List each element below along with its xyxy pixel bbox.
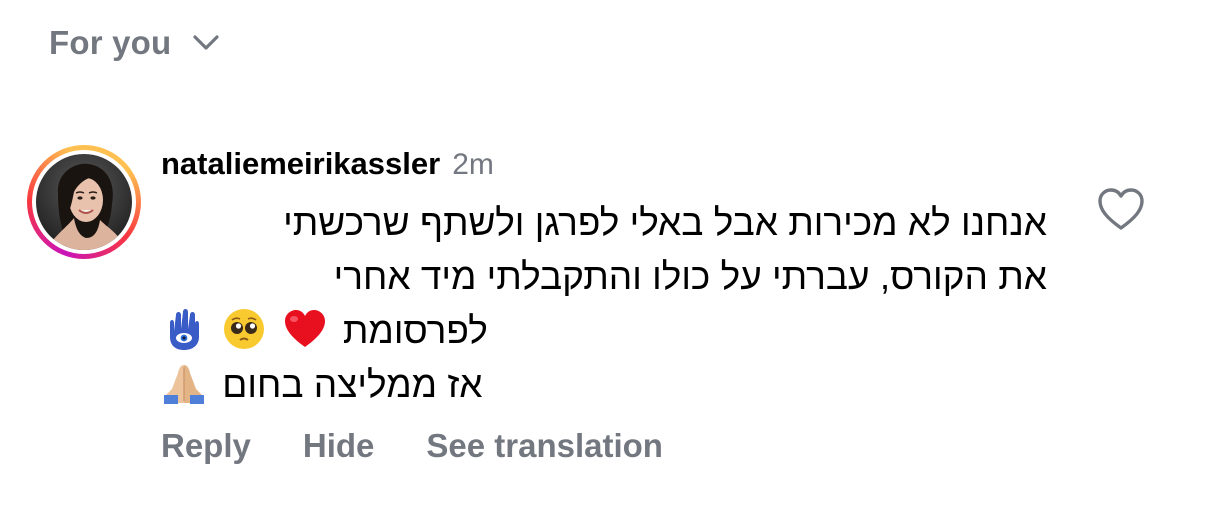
avatar-story-ring[interactable] [27, 145, 141, 259]
comment-timestamp: 2m [452, 148, 494, 181]
avatar [36, 154, 132, 250]
see-translation-button[interactable]: See translation [426, 427, 663, 465]
red-heart-emoji [284, 310, 325, 347]
comment-line-2: את הקורס, עברתי על כולו והתקבלתי מיד אחר… [333, 256, 1047, 297]
folded-hands-emoji [164, 365, 204, 404]
chevron-down-icon [193, 35, 220, 50]
comment-line-4-row: אז ממליצה בחום [152, 358, 1047, 412]
sort-label: For you [49, 24, 172, 61]
hide-button[interactable]: Hide [303, 427, 375, 465]
comment-username[interactable]: nataliemeirikassler [161, 146, 440, 182]
comment-line-3-row: לפרסומת [152, 304, 1047, 358]
comment-actions: Reply Hide See translation [161, 424, 663, 468]
reply-button[interactable]: Reply [161, 427, 251, 465]
heart-outline-icon[interactable] [1096, 186, 1146, 232]
comment-line-1: אנחנו לא מכירות אבל באלי לפרגן ולשתף שרכ… [283, 202, 1047, 243]
comment-header: nataliemeirikassler 2m [161, 146, 494, 186]
avatar-ring-gap [32, 150, 136, 254]
comment-line-4: אז ממליצה בחום [222, 364, 483, 405]
comment-text: אנחנו לא מכירות אבל באלי לפרגן ולשתף שרכ… [152, 196, 1047, 412]
comment-sort-dropdown[interactable]: For you [49, 22, 223, 64]
hamsa-emoji [170, 309, 199, 350]
pleading-face-emoji [224, 309, 265, 349]
comment-line-3: לפרסומת [342, 310, 488, 351]
